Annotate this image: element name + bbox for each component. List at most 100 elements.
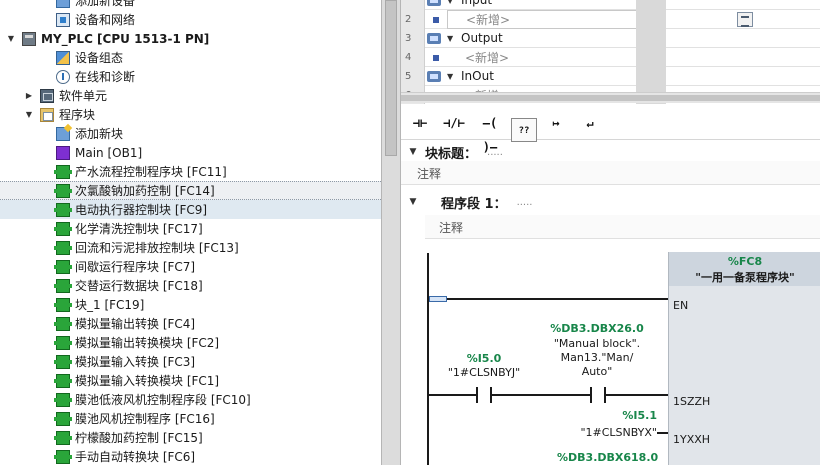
tree-item-柠檬酸加药控制-fc15[interactable]: 柠檬酸加药控制 [FC15] bbox=[0, 428, 381, 447]
tree-item-label: 膜池风机控制程序 [FC16] bbox=[75, 412, 215, 426]
tree-item-膜池风机控制程序-fc16[interactable]: 膜池风机控制程序 [FC16] bbox=[0, 409, 381, 428]
pin-1szzh: 1SZZH bbox=[673, 395, 711, 408]
section-name: Output bbox=[461, 31, 503, 45]
network-icon bbox=[56, 12, 70, 27]
fc-call-box[interactable]: %FC8 "一用一备泵程序块" EN 1SZZH 1YXXH bbox=[668, 252, 820, 465]
expand-arrow-icon[interactable]: ▼ bbox=[447, 0, 457, 5]
tree-item-my_plc-cpu-1513-1-pn[interactable]: ▼ MY_PLC [CPU 1513-1 PN] bbox=[0, 29, 381, 48]
scrollbar-thumb[interactable] bbox=[385, 0, 397, 156]
expanded-arrow-icon[interactable]: ▼ bbox=[24, 110, 34, 119]
data-type-cell[interactable] bbox=[636, 67, 666, 86]
tree-item-label: Main [OB1] bbox=[75, 145, 143, 160]
network-1-header[interactable]: ▼ 程序段 1： ..... bbox=[401, 192, 820, 212]
tree-item-模拟量输出转换模块-fc2[interactable]: 模拟量输出转换模块 [FC2] bbox=[0, 333, 381, 352]
tree-item-label: 模拟量输出转换 [FC4] bbox=[75, 317, 196, 331]
tree-item-label: 设备组态 bbox=[75, 51, 124, 65]
row-number bbox=[401, 0, 425, 10]
expanded-arrow-icon[interactable]: ▼ bbox=[6, 34, 16, 43]
rung-wire bbox=[492, 394, 590, 396]
block-comment-field[interactable]: 注释 bbox=[401, 161, 820, 185]
contact-manual-auto[interactable] bbox=[590, 387, 606, 403]
tree-item-设备组态[interactable]: 设备组态 bbox=[0, 48, 381, 67]
fc-icon bbox=[54, 316, 72, 331]
tree-item-label: 块_1 [FC19] bbox=[75, 298, 145, 312]
add-new-parameter-field[interactable]: <新增> bbox=[447, 9, 637, 29]
cell-options-button[interactable] bbox=[737, 12, 753, 27]
data-type-cell[interactable] bbox=[636, 48, 666, 67]
tree-item-程序块[interactable]: ▼ 程序块 bbox=[0, 105, 381, 124]
tree-item-label: 产水流程控制程序块 [FC11] bbox=[75, 165, 227, 179]
section-icon bbox=[425, 29, 447, 48]
en-connection-handle[interactable] bbox=[429, 296, 447, 302]
interface-section-row[interactable]: 3 ▼ Output bbox=[401, 28, 820, 48]
tree-item-电动执行器控制块-fc9[interactable]: 电动执行器控制块 [FC9] bbox=[0, 200, 381, 219]
lad-instruction-toolbar: ⊣⊢ ⊣/⊢ –( )– ?? ↦ ↵ bbox=[401, 104, 820, 154]
tree-item-膜池低液风机控制程序段-fc10[interactable]: 膜池低液风机控制程序段 [FC10] bbox=[0, 390, 381, 409]
collapsed-arrow-icon[interactable]: ▶ bbox=[24, 91, 34, 100]
fc-icon bbox=[54, 221, 72, 236]
block-title-header[interactable]: ▼ 块标题： ..... bbox=[401, 142, 820, 162]
collapse-triangle-icon[interactable]: ▼ bbox=[401, 197, 425, 207]
scrollbar-thumb[interactable] bbox=[401, 95, 820, 101]
tree-item-化学清洗控制块-fc17[interactable]: 化学清洗控制块 [FC17] bbox=[0, 219, 381, 238]
fc-icon bbox=[54, 335, 72, 350]
network-title-value[interactable]: ..... bbox=[517, 197, 533, 208]
data-type-cell[interactable] bbox=[636, 29, 666, 48]
interface-section-row[interactable]: ▼ Input bbox=[401, 0, 820, 10]
tree-item-main-ob1[interactable]: Main [OB1] bbox=[0, 143, 381, 162]
tree-item-手动自动转换块-fc6[interactable]: 手动自动转换块 [FC6] bbox=[0, 447, 381, 465]
interface-add-row[interactable]: 4 <新增> bbox=[401, 47, 820, 67]
tree-item-添加新块[interactable]: 添加新块 bbox=[0, 124, 381, 143]
tree-item-模拟量输入转换模块-fc1[interactable]: 模拟量输入转换模块 [FC1] bbox=[0, 371, 381, 390]
expand-arrow-icon[interactable]: ▼ bbox=[447, 34, 457, 43]
block-title-value[interactable]: ..... bbox=[487, 147, 503, 158]
coil-button[interactable]: –( )– bbox=[473, 111, 507, 154]
param-address: %I5.1 bbox=[622, 409, 657, 422]
interface-add-row[interactable]: 2 <新增> bbox=[401, 9, 820, 29]
data-type-cell[interactable] bbox=[636, 0, 666, 10]
marker-dot-icon bbox=[433, 54, 439, 61]
close-branch-button[interactable]: ↵ bbox=[575, 111, 605, 135]
data-type-cell[interactable] bbox=[636, 10, 666, 29]
fc-address: %FC8 bbox=[727, 255, 763, 268]
tree-item-间歇运行程序块-fc7[interactable]: 间歇运行程序块 [FC7] bbox=[0, 257, 381, 276]
collapse-triangle-icon[interactable]: ▼ bbox=[401, 147, 425, 157]
pin-1yxxh: 1YXXH bbox=[673, 433, 711, 446]
tree-item-label: 软件单元 bbox=[59, 89, 108, 103]
tree-item-回流和污泥排放控制块-fc13[interactable]: 回流和污泥排放控制块 [FC13] bbox=[0, 238, 381, 257]
tree-item-软件单元[interactable]: ▶ 软件单元 bbox=[0, 86, 381, 105]
tree-item-在线和诊断[interactable]: 在线和诊断 bbox=[0, 67, 381, 86]
section-icon bbox=[425, 0, 447, 10]
tree-vertical-scrollbar[interactable] bbox=[381, 0, 401, 465]
project-tree[interactable]: 添加新设备 设备和网络 ▼ MY_PLC [CPU 1513-1 PN] 设备组态在线和… bbox=[0, 0, 381, 465]
add-block-icon bbox=[56, 126, 70, 141]
tree-item-块_1-fc19[interactable]: 块_1 [FC19] bbox=[0, 295, 381, 314]
interface-section-row[interactable]: 5 ▼ InOut bbox=[401, 66, 820, 86]
ladder-network[interactable]: %FC8 "一用一备泵程序块" EN 1SZZH 1YXXH %I5.0 "1#… bbox=[401, 245, 820, 465]
rung-wire bbox=[429, 394, 476, 396]
tree-item-模拟量输出转换-fc4[interactable]: 模拟量输出转换 [FC4] bbox=[0, 314, 381, 333]
open-branch-button[interactable]: ↦ bbox=[541, 111, 571, 135]
tree-item-次氯酸钠加药控制-fc14[interactable]: 次氯酸钠加药控制 [FC14] bbox=[0, 181, 381, 200]
tree-item-添加新设备[interactable]: 添加新设备 bbox=[0, 0, 381, 10]
network-comment-field[interactable]: 注释 bbox=[425, 215, 820, 239]
empty-box-button[interactable]: ?? bbox=[511, 111, 541, 142]
tree-item-模拟量输入转换-fc3[interactable]: 模拟量输入转换 [FC3] bbox=[0, 352, 381, 371]
contact-i5-0[interactable] bbox=[476, 387, 492, 403]
fc-icon bbox=[54, 183, 72, 198]
expand-arrow-icon[interactable]: ▼ bbox=[447, 72, 457, 81]
interface-horizontal-scrollbar[interactable] bbox=[401, 92, 820, 103]
tree-item-产水流程控制程序块-fc11[interactable]: 产水流程控制程序块 [FC11] bbox=[0, 162, 381, 181]
fc-icon bbox=[54, 449, 72, 464]
row-marker-icon bbox=[425, 10, 447, 29]
tree-item-label: 膜池低液风机控制程序段 [FC10] bbox=[75, 393, 251, 407]
section-name: Input bbox=[461, 0, 493, 7]
network-title-label: 程序段 1： bbox=[441, 196, 507, 212]
normally-open-contact-button[interactable]: ⊣⊢ bbox=[405, 111, 435, 135]
tree-item-设备和网络[interactable]: 设备和网络 bbox=[0, 10, 381, 29]
add-new-parameter-field[interactable]: <新增> bbox=[447, 49, 637, 66]
contact1-symbol: "1#CLSNBYJ" bbox=[447, 366, 521, 379]
normally-closed-contact-button[interactable]: ⊣/⊢ bbox=[439, 111, 469, 135]
tree-item-交替运行数据块-fc18[interactable]: 交替运行数据块 [FC18] bbox=[0, 276, 381, 295]
block-editor: ▼Input2<新增>3▼Output4<新增>5▼InOut6<新增> ⊣⊢ … bbox=[401, 0, 820, 465]
